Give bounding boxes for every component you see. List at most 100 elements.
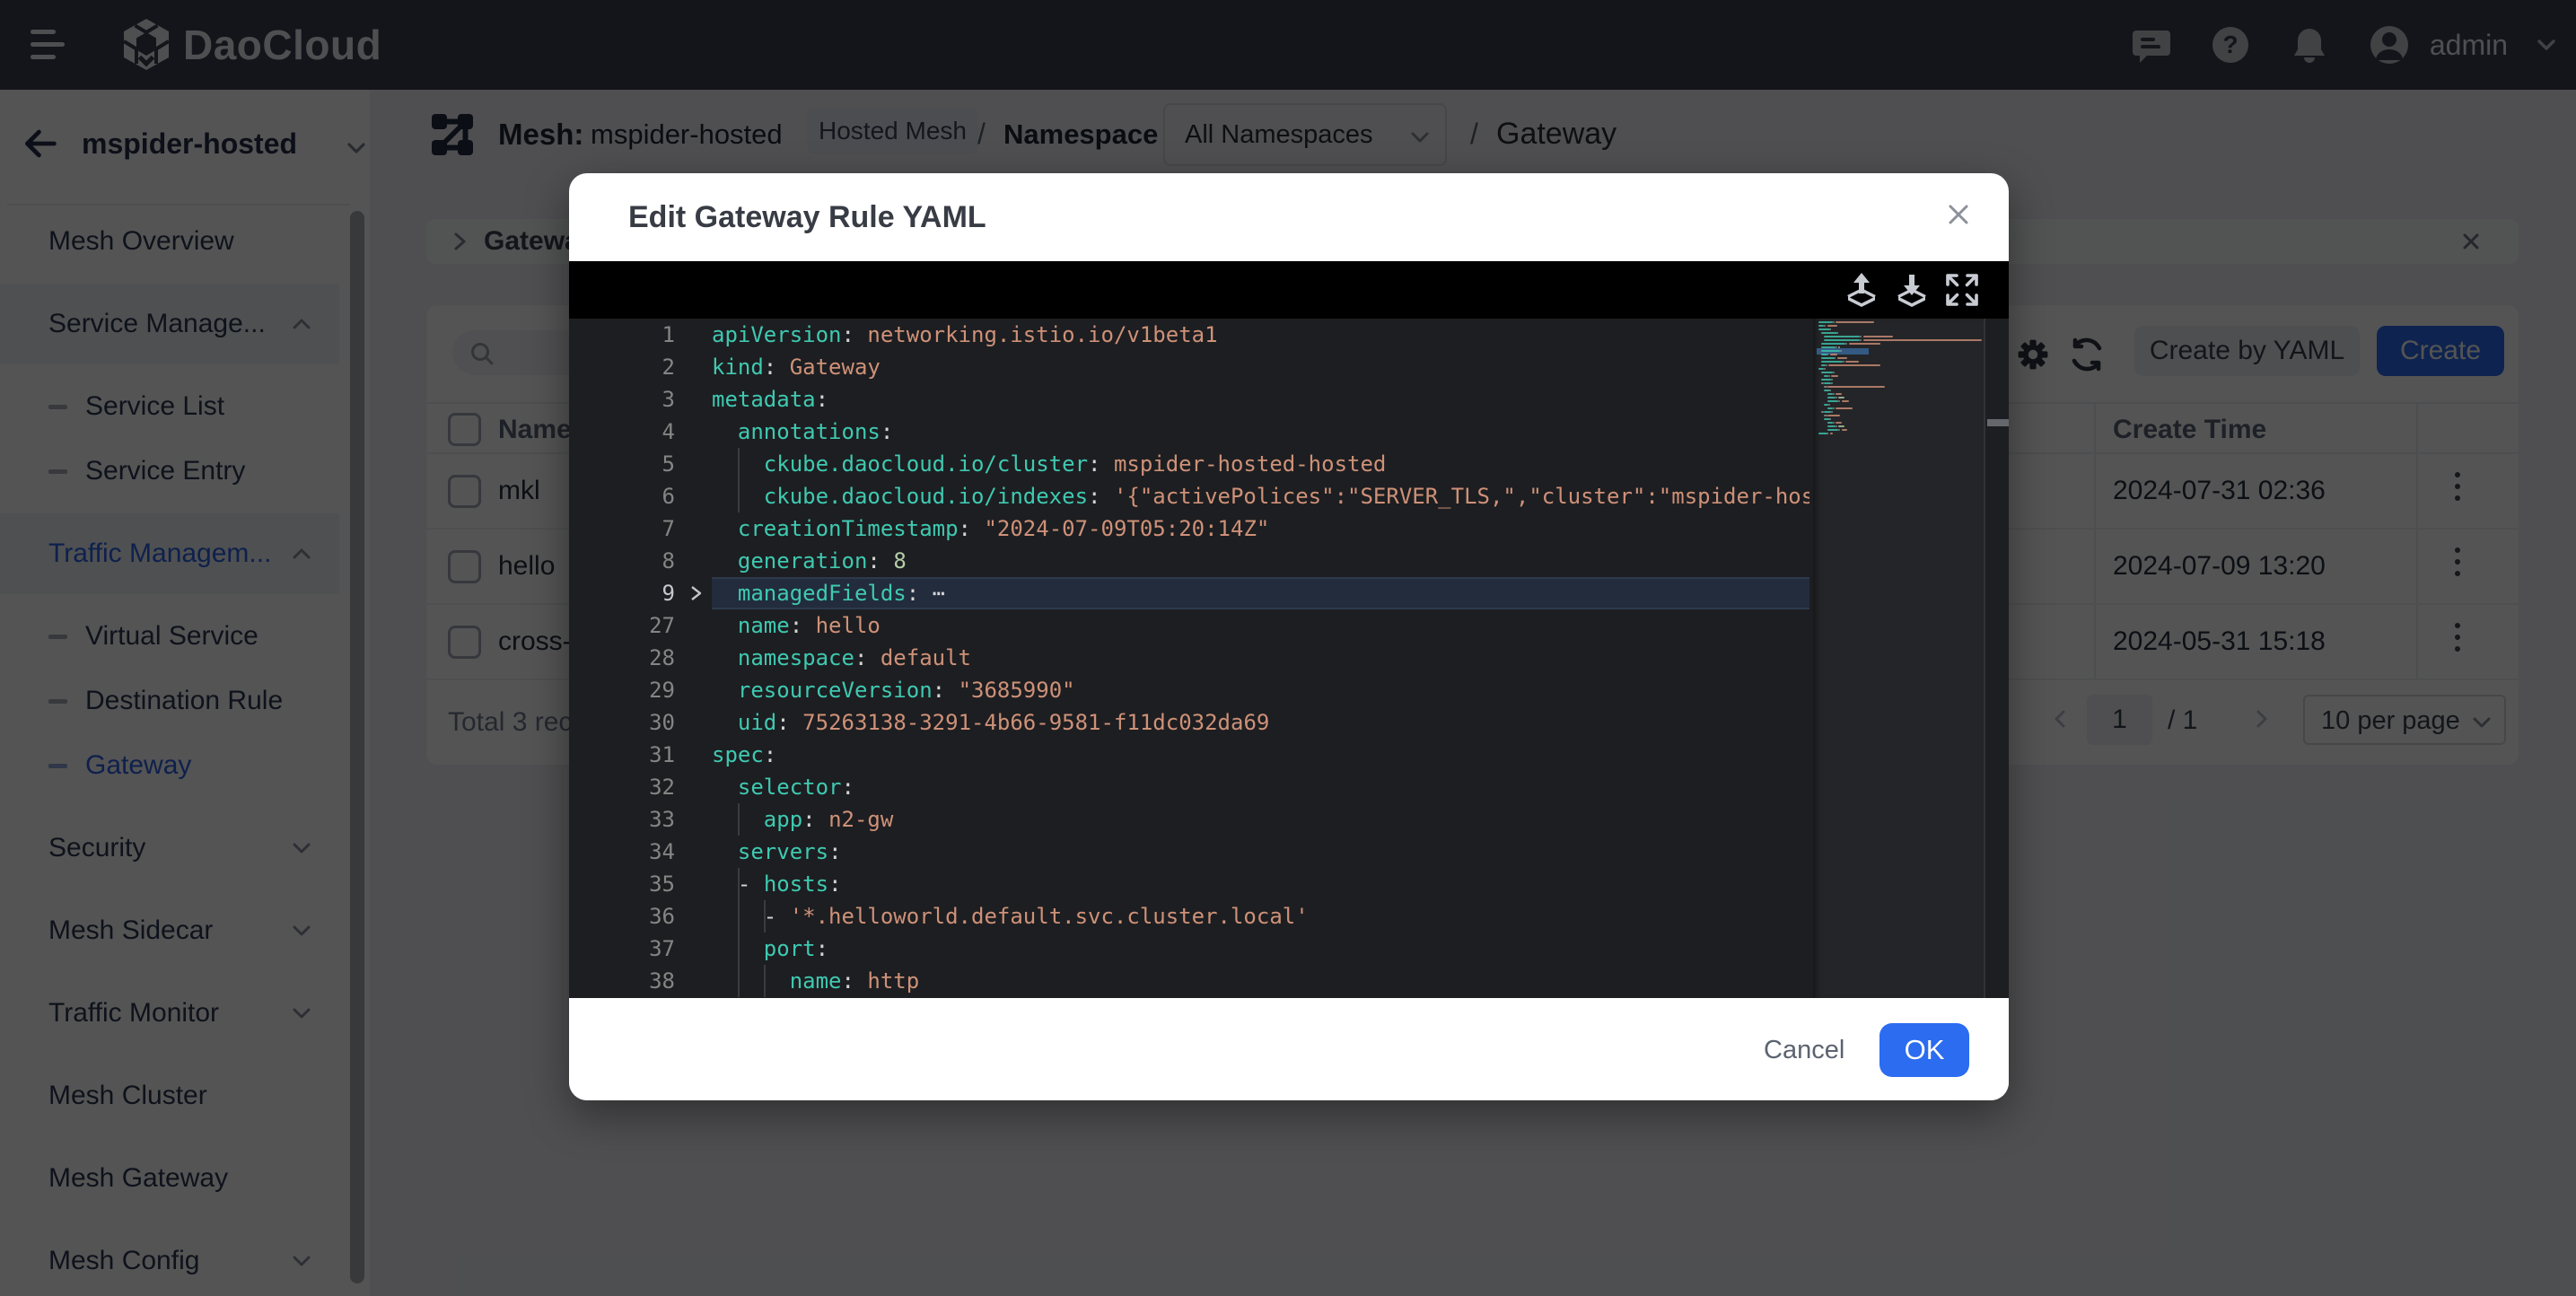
minimap-line: [1837, 332, 1839, 334]
line-number: 2: [569, 351, 675, 383]
editor-line[interactable]: 9 managedFields: ⋯: [569, 577, 2009, 609]
editor-line[interactable]: 28 namespace: default: [569, 642, 2009, 674]
minimap-line: [1836, 422, 1841, 424]
minimap-line: [1838, 400, 1840, 402]
editor-line[interactable]: 2 kind: Gateway: [569, 351, 2009, 383]
code-text: servers:: [712, 836, 1809, 868]
minimap-line: [1842, 429, 1847, 431]
editor-line[interactable]: 4 annotations:: [569, 416, 2009, 448]
minimap-line: [1830, 328, 1832, 330]
cancel-button[interactable]: Cancel: [1764, 1036, 1844, 1065]
editor-line[interactable]: 29 resourceVersion: "3685990": [569, 674, 2009, 706]
minimap-line: [1824, 368, 1826, 370]
line-number: 6: [569, 480, 675, 512]
minimap-line: [1827, 429, 1839, 431]
fold-chevron-icon[interactable]: [686, 582, 705, 604]
dialog-title: Edit Gateway Rule YAML: [628, 200, 986, 235]
minimap-line: [1821, 361, 1843, 363]
editor-line[interactable]: 37 port:: [569, 933, 2009, 965]
minimap-line: [1843, 361, 1844, 363]
line-number: 34: [569, 836, 675, 868]
minimap-line: [1836, 425, 1837, 427]
minimap-line: [1831, 411, 1833, 413]
editor-line[interactable]: 8 generation: 8: [569, 545, 2009, 577]
line-number: 8: [569, 545, 675, 577]
edit-yaml-dialog: Edit Gateway Rule YAML 38 name: http37 p…: [569, 173, 2009, 1100]
minimap-line: [1836, 397, 1837, 398]
minimap-line: [1833, 422, 1835, 424]
upload-icon[interactable]: [1844, 272, 1879, 308]
minimap-line: [1821, 379, 1831, 381]
download-icon[interactable]: [1894, 272, 1930, 308]
editor-line[interactable]: 30 uid: 75263138-3291-4b66-9581-f11dc032…: [569, 706, 2009, 739]
editor-line[interactable]: 32 selector:: [569, 771, 2009, 803]
code-text: ckube.daocloud.io/indexes: '{"activePoli…: [712, 480, 1809, 512]
minimap-line: [1833, 407, 1835, 409]
minimap-line: [1849, 343, 1880, 345]
minimap-line: [1833, 372, 1835, 373]
fullscreen-icon[interactable]: [1944, 272, 1980, 308]
minimap-line: [1845, 361, 1858, 363]
minimap-line: [1826, 364, 1827, 366]
minimap-line: [1824, 325, 1826, 327]
minimap-line: [1831, 379, 1833, 381]
minimap-line: [1845, 343, 1847, 345]
editor-toolbar: [569, 261, 2009, 319]
minimap-line: [1824, 418, 1829, 420]
minimap-line: [1838, 429, 1840, 431]
minimap-line: [1837, 357, 1847, 359]
editor-line[interactable]: 33 app: n2-gw: [569, 803, 2009, 836]
yaml-editor[interactable]: 38 name: http37 port:36 - '*.helloworld.…: [569, 319, 2009, 998]
editor-line[interactable]: 38 name: http: [569, 965, 2009, 997]
editor-line[interactable]: 35 - hosts:: [569, 868, 2009, 900]
editor-line[interactable]: 34 servers:: [569, 836, 2009, 868]
code-text: kind: Gateway: [712, 351, 1809, 383]
minimap-line: [1824, 390, 1829, 391]
line-number: 4: [569, 416, 675, 448]
editor-line[interactable]: 27 name: hello: [569, 609, 2009, 642]
line-number: 35: [569, 868, 675, 900]
dialog-close-icon[interactable]: [1941, 197, 1976, 232]
minimap-line: [1824, 382, 1831, 384]
minimap-line: [1830, 433, 1833, 434]
ok-button[interactable]: OK: [1879, 1023, 1969, 1077]
line-number: 29: [569, 674, 675, 706]
dialog-footer: Cancel OK: [569, 998, 2009, 1100]
minimap-line: [1827, 386, 1885, 388]
scrollbar-marker: [1987, 419, 2009, 426]
minimap-line: [1838, 397, 1844, 398]
line-number: 3: [569, 383, 675, 416]
code-text: creationTimestamp: "2024-07-09T05:20:14Z…: [712, 512, 1809, 545]
editor-line[interactable]: 31spec:: [569, 739, 2009, 771]
minimap-line: [1828, 375, 1830, 377]
line-number: 1: [569, 319, 675, 351]
editor-line[interactable]: 7 creationTimestamp: "2024-07-09T05:20:1…: [569, 512, 2009, 545]
code-text: managedFields: ⋯: [712, 577, 1809, 609]
minimap-line: [1830, 418, 1832, 420]
code-text: port:: [712, 933, 1809, 965]
minimap-line: [1821, 354, 1827, 355]
minimap-line: [1821, 350, 1840, 352]
minimap-line: [1821, 332, 1837, 334]
line-number: 30: [569, 706, 675, 739]
code-text: metadata:: [712, 383, 1809, 416]
editor-scrollbar[interactable]: [1984, 319, 2009, 998]
editor-line[interactable]: 1apiVersion: networking.istio.io/v1beta1: [569, 319, 2009, 351]
editor-line[interactable]: 36 - '*.helloworld.default.svc.cluster.l…: [569, 900, 2009, 933]
editor-minimap[interactable]: [1813, 319, 1984, 998]
editor-line[interactable]: 3 metadata:: [569, 383, 2009, 416]
editor-line[interactable]: 6 ckube.daocloud.io/indexes: '{"activePo…: [569, 480, 2009, 512]
code-text: resourceVersion: "3685990": [712, 674, 1809, 706]
line-number: 37: [569, 933, 675, 965]
minimap-line: [1863, 339, 1982, 341]
minimap-line: [1828, 404, 1830, 406]
minimap-line: [1827, 325, 1837, 327]
editor-line[interactable]: 5 ckube.daocloud.io/cluster: mspider-hos…: [569, 448, 2009, 480]
code-text: name: http: [712, 965, 1809, 997]
minimap-line: [1836, 393, 1841, 395]
minimap-line: [1828, 364, 1880, 366]
line-number: 32: [569, 771, 675, 803]
minimap-line: [1831, 375, 1838, 377]
line-number: 9: [569, 577, 675, 609]
minimap-line: [1831, 382, 1833, 384]
